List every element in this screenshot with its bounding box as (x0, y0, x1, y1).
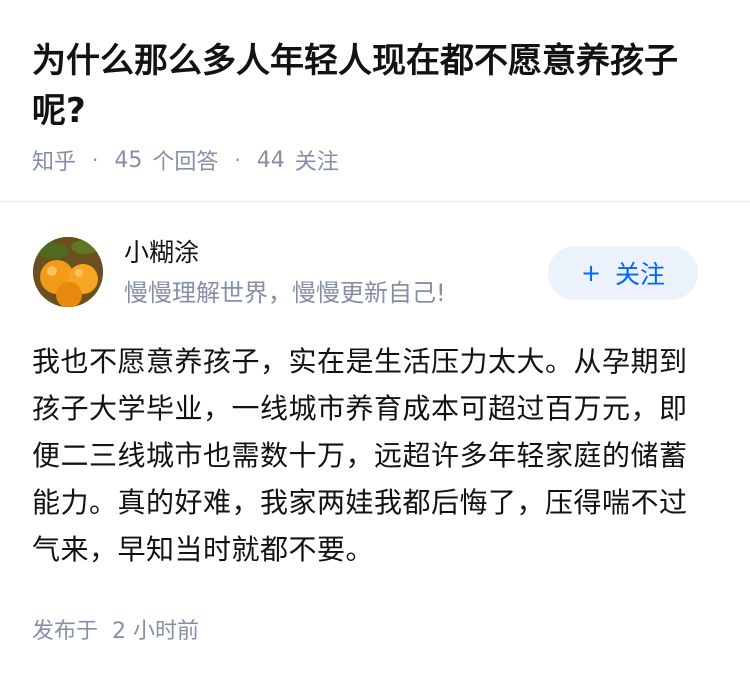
publish-label: 发布于 (32, 619, 99, 644)
follower-count-label[interactable]: 关注 (295, 144, 339, 176)
publish-time-value: 2 小时前 (112, 619, 200, 644)
question-title[interactable]: 为什么那么多人年轻人现在都不愿意养孩子呢? (32, 36, 722, 136)
follow-button[interactable]: + 关注 (548, 246, 698, 300)
author-info: 小糊涂 慢慢理解世界，慢慢更新自己! + 关注 (0, 230, 750, 320)
answer-content: 我也不愿意养孩子，实在是生活压力太大。从孕期到孩子大学毕业，一线城市养育成本可超… (32, 345, 688, 566)
orange-fruit-avatar-icon (33, 237, 103, 307)
plus-icon: + (580, 259, 602, 287)
answer-count-label[interactable]: 个回答 (152, 144, 218, 176)
follow-button-label: 关注 (615, 260, 666, 289)
source-label[interactable]: 知乎 (32, 144, 76, 176)
section-divider (0, 201, 750, 202)
author-name[interactable]: 小糊涂 (124, 236, 199, 270)
publish-time: 发布于 2 小时前 (32, 613, 199, 645)
question-header: 为什么那么多人年轻人现在都不愿意养孩子呢? 知乎 · 45 个回答 · 44 关… (0, 0, 750, 200)
separator-dot: · (92, 148, 99, 172)
follower-count: 44 (256, 147, 285, 173)
question-meta: 知乎 · 45 个回答 · 44 关注 (32, 144, 339, 176)
separator-dot: · (234, 148, 241, 172)
answer-count: 45 (114, 147, 143, 173)
author-bio: 慢慢理解世界，慢慢更新自己! (124, 279, 446, 307)
avatar[interactable] (33, 237, 103, 307)
